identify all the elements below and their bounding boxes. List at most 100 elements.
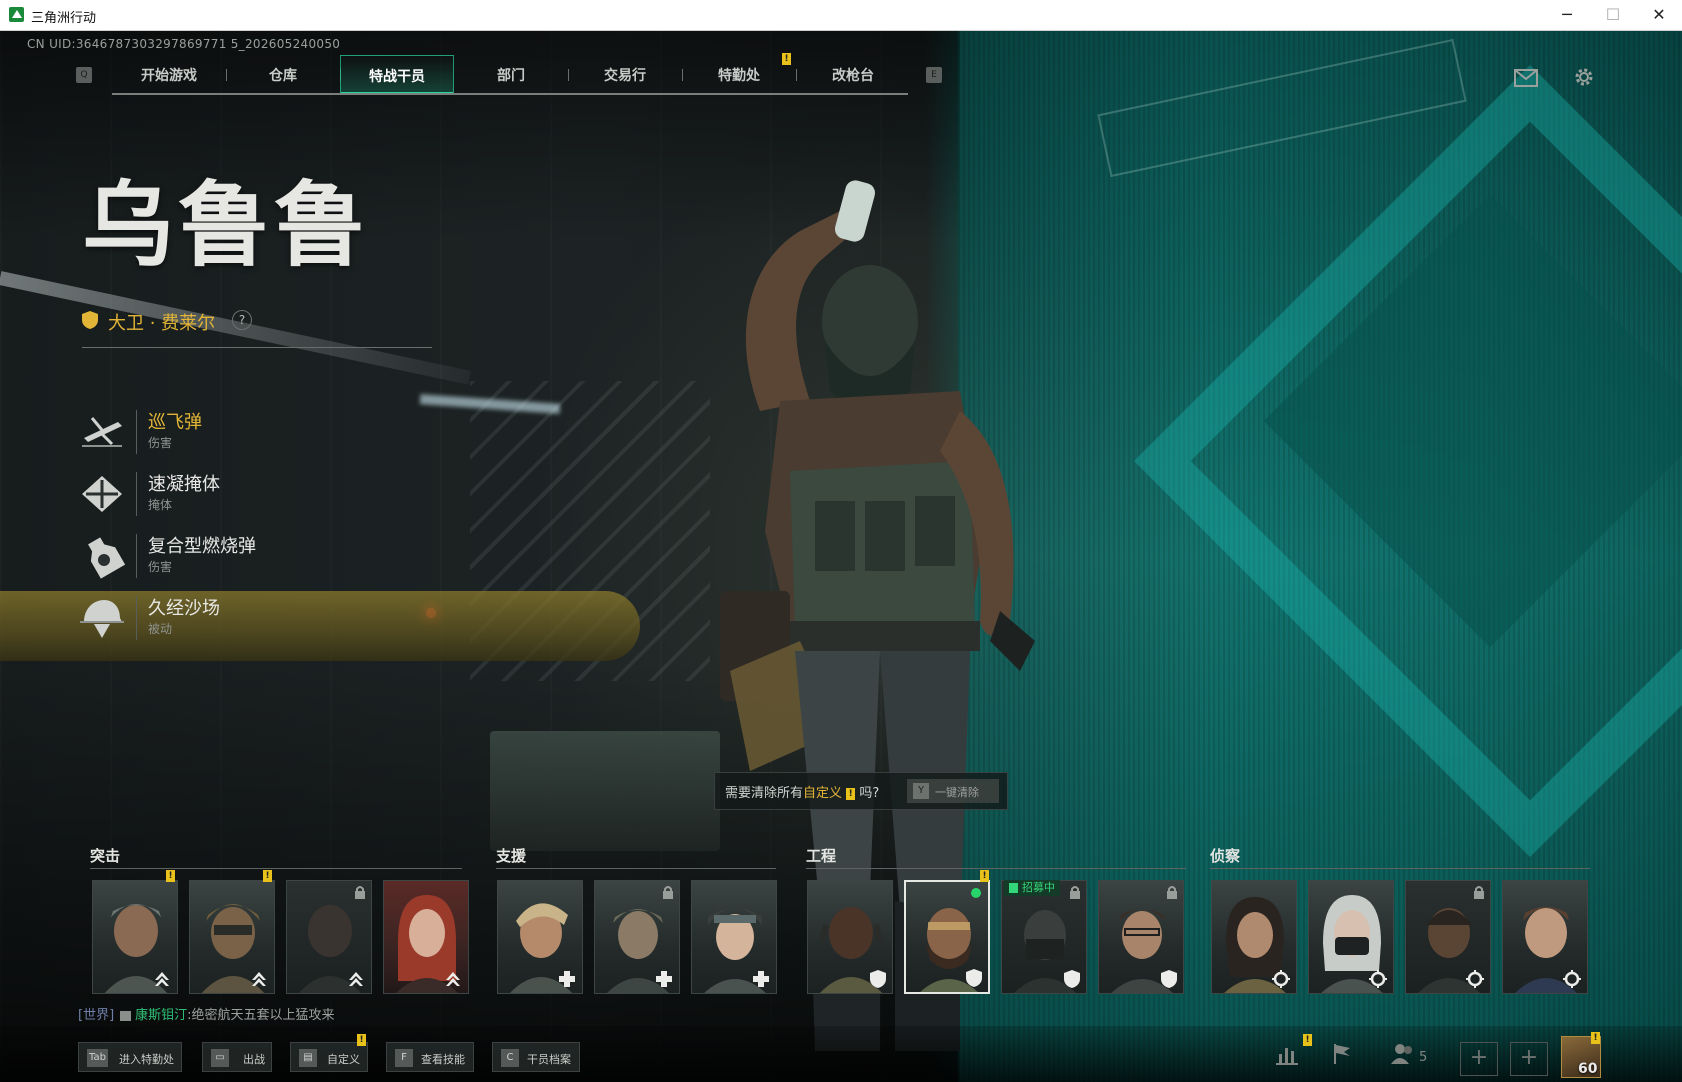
player-level: 60	[1578, 1061, 1598, 1077]
hotkey-customize: ▤	[299, 1049, 317, 1067]
operator-card[interactable]	[383, 880, 469, 994]
assault-role-icon	[446, 972, 460, 986]
chat-username[interactable]: 康斯钼汀	[135, 1008, 187, 1023]
nav-underline	[112, 93, 908, 95]
engineer-role-icon	[1064, 970, 1080, 988]
cover-icon	[82, 476, 122, 512]
skill-type: 伤害	[148, 436, 173, 450]
close-button[interactable]: ✕	[1636, 0, 1682, 30]
hotkey-tab: Tab	[87, 1049, 108, 1067]
add-squad-slot-button[interactable]: +	[1460, 1042, 1498, 1076]
hotkey-c: C	[501, 1049, 519, 1067]
engineer-role-icon	[1161, 970, 1177, 988]
operator-profile-button[interactable]: C 干员档案	[492, 1042, 580, 1072]
tab-special-ops[interactable]: 特勤处	[682, 55, 796, 95]
new-badge: !	[1591, 1032, 1600, 1044]
skill-divider	[136, 596, 137, 640]
skill-type: 掩体	[148, 498, 173, 512]
clear-all-label: 一键清除	[935, 786, 979, 799]
new-badge: !	[166, 870, 175, 882]
recon-role-icon	[1272, 970, 1290, 988]
new-badge: !	[357, 1034, 366, 1046]
skill-name: 复合型燃烧弹	[148, 536, 256, 557]
operator-realname: 大卫 · 费莱尔	[108, 313, 216, 334]
lock-icon	[1474, 886, 1484, 899]
tab-warehouse[interactable]: 仓库	[226, 55, 340, 95]
operator-card[interactable]	[1098, 880, 1184, 994]
skill-name: 巡飞弹	[148, 412, 202, 433]
recon-role-icon	[1369, 970, 1387, 988]
class-title-engineer: 工程	[806, 847, 837, 865]
incendiary-icon	[88, 537, 126, 579]
shield-icon	[82, 311, 98, 329]
assault-role-icon	[252, 972, 266, 986]
drone-missile-icon	[82, 417, 122, 447]
maximize-button[interactable]: ☐	[1590, 0, 1636, 30]
operator-card[interactable]	[92, 880, 178, 994]
mail-icon[interactable]	[1514, 69, 1538, 87]
operator-card[interactable]	[1502, 880, 1588, 994]
operator-card[interactable]	[1001, 880, 1087, 994]
class-divider	[90, 868, 462, 869]
view-skills-button[interactable]: F 查看技能	[386, 1042, 474, 1072]
skill-name: 速凝掩体	[148, 474, 220, 495]
new-badge: !	[263, 870, 272, 882]
support-role-icon	[559, 971, 575, 987]
skill-divider	[136, 472, 137, 516]
button-label: 查看技能	[421, 1053, 465, 1066]
skill-item[interactable]: 巡飞弹 伤害	[78, 406, 418, 462]
tab-gunsmith[interactable]: 改枪台	[796, 55, 910, 95]
lock-icon	[1167, 886, 1177, 899]
skill-type: 伤害	[148, 560, 173, 574]
engineer-role-icon	[870, 970, 886, 988]
online-status-dot	[971, 888, 981, 898]
recruiting-tag: 招募中	[1004, 880, 1060, 896]
flag-icon[interactable]	[1330, 1042, 1354, 1066]
operator-card[interactable]	[189, 880, 275, 994]
stats-icon[interactable]	[1274, 1042, 1300, 1066]
customize-button[interactable]: ▤ 自定义	[290, 1042, 368, 1072]
skill-item[interactable]: 速凝掩体 掩体	[78, 468, 418, 524]
class-divider	[806, 868, 1186, 869]
class-divider	[1210, 868, 1590, 869]
tab-operators[interactable]: 特战干员	[340, 55, 454, 95]
operator-card[interactable]	[286, 880, 372, 994]
operator-card[interactable]	[497, 880, 583, 994]
operator-card[interactable]	[594, 880, 680, 994]
new-badge: !	[980, 870, 989, 882]
enter-special-ops-button[interactable]: Tab 进入特勤处	[78, 1042, 182, 1072]
clear-all-button[interactable]: Y 一键清除	[907, 779, 999, 803]
skill-divider	[136, 534, 137, 578]
nav-prev-hotkey[interactable]: Q	[76, 67, 92, 83]
gear-icon[interactable]	[1572, 65, 1596, 89]
engineer-role-icon	[966, 969, 982, 987]
operator-card[interactable]	[1405, 880, 1491, 994]
skill-name: 久经沙场	[148, 598, 220, 619]
assault-role-icon	[155, 972, 169, 986]
hotkey-deploy: ▭	[211, 1049, 229, 1067]
world-chat-line[interactable]: [世界] 康斯钼汀:绝密航天五套以上猛攻来	[78, 1004, 335, 1023]
tab-start-game[interactable]: 开始游戏	[112, 55, 226, 95]
recon-role-icon	[1563, 970, 1581, 988]
tab-trade-house[interactable]: 交易行	[568, 55, 682, 95]
operator-card[interactable]	[807, 880, 893, 994]
minimize-button[interactable]: ─	[1544, 0, 1590, 30]
skill-item[interactable]: 复合型燃烧弹 伤害	[78, 530, 418, 586]
operator-card[interactable]	[1308, 880, 1394, 994]
deploy-button[interactable]: ▭ 出战	[202, 1042, 272, 1072]
operator-card-selected[interactable]	[904, 880, 990, 994]
friends-count: 5	[1419, 1050, 1428, 1065]
lock-icon	[663, 886, 673, 899]
class-title-recon: 侦察	[1210, 847, 1241, 865]
button-label: 进入特勤处	[119, 1053, 174, 1066]
friends-icon[interactable]	[1390, 1042, 1416, 1066]
nav-next-hotkey[interactable]: E	[926, 67, 942, 83]
operator-card[interactable]	[691, 880, 777, 994]
operator-divider	[82, 347, 432, 348]
add-squad-slot-button[interactable]: +	[1510, 1042, 1548, 1076]
skill-item[interactable]: 久经沙场 被动	[78, 592, 418, 648]
tab-department[interactable]: 部门	[454, 55, 568, 95]
button-label: 干员档案	[527, 1053, 571, 1066]
operator-card[interactable]	[1211, 880, 1297, 994]
help-icon[interactable]: ?	[232, 310, 252, 330]
